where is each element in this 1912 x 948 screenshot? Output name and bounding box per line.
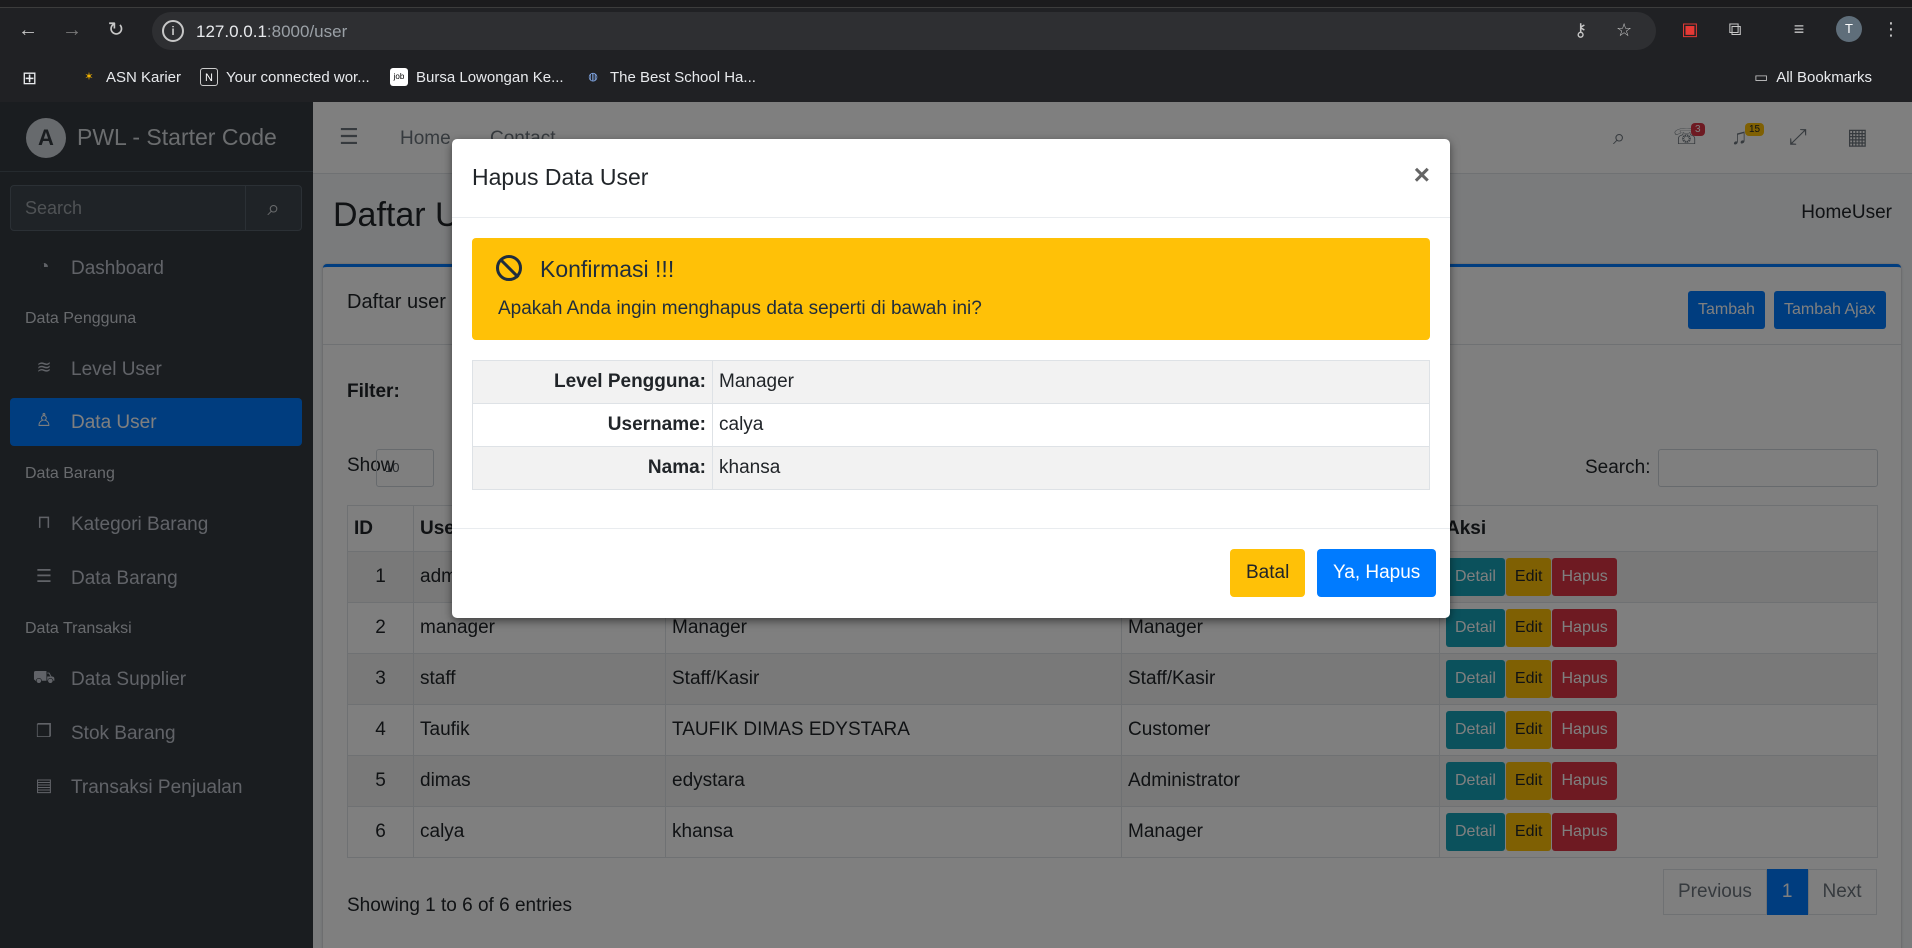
jobs-icon: job: [390, 68, 408, 86]
bookmark-notion[interactable]: N Your connected wor...: [200, 68, 370, 86]
folder-icon: ▭: [1754, 69, 1769, 86]
globe-icon: ◍: [588, 71, 598, 83]
field-label: Level Pengguna:: [472, 360, 713, 404]
field-label: Username:: [472, 403, 713, 447]
notion-icon: N: [200, 68, 218, 86]
menu-kebab-icon[interactable]: ⋮: [1876, 14, 1906, 44]
table-row: Level Pengguna: Manager: [472, 360, 1430, 404]
field-value: calya: [712, 403, 1430, 447]
modal-header: Hapus Data User ×: [452, 139, 1450, 218]
url-text[interactable]: 127.0.0.1:8000/user: [196, 22, 347, 42]
address-bar[interactable]: i 127.0.0.1:8000/user ⚷ ☆: [152, 12, 1656, 50]
batal-button[interactable]: Batal: [1230, 549, 1306, 597]
field-label: Nama:: [472, 446, 713, 490]
reload-icon[interactable]: ↻: [100, 14, 132, 46]
table-row: Nama: khansa: [472, 446, 1430, 490]
bookmark-school[interactable]: ◍ The Best School Ha...: [584, 68, 756, 86]
password-key-icon[interactable]: ⚷: [1574, 20, 1587, 41]
modal-title: Hapus Data User: [472, 164, 649, 190]
ya-hapus-button[interactable]: Ya, Hapus: [1317, 549, 1437, 597]
bookmarks-bar: ⊞ ✶ ASN Karier N Your connected wor... j…: [0, 58, 1912, 102]
table-row: Username: calya: [472, 403, 1430, 447]
delete-user-modal: Hapus Data User × Konfirmasi !!! Apakah …: [452, 139, 1450, 618]
warning-alert: Konfirmasi !!! Apakah Anda ingin menghap…: [472, 238, 1430, 340]
bookmark-star-icon[interactable]: ☆: [1616, 20, 1632, 41]
site-info-icon[interactable]: i: [162, 20, 184, 42]
tab-strip: [0, 0, 1912, 8]
extensions-puzzle-icon[interactable]: ⧉: [1720, 14, 1750, 44]
media-queue-icon[interactable]: ≡: [1784, 14, 1814, 44]
confirm-detail-table: Level Pengguna: Manager Username: calya …: [472, 360, 1430, 490]
asn-icon: ✶: [84, 71, 94, 83]
field-value: khansa: [712, 446, 1430, 490]
field-value: Manager: [712, 360, 1430, 404]
profile-avatar[interactable]: T: [1836, 16, 1862, 42]
bookmark-asn[interactable]: ✶ ASN Karier: [80, 68, 181, 86]
all-bookmarks[interactable]: ▭ All Bookmarks: [1754, 68, 1872, 87]
modal-footer: Batal Ya, Hapus: [452, 528, 1450, 618]
close-icon[interactable]: ×: [1414, 159, 1430, 191]
apps-grid-icon[interactable]: ⊞: [22, 68, 37, 89]
alert-text: Apakah Anda ingin menghapus data seperti…: [498, 298, 982, 319]
forward-icon[interactable]: →: [56, 14, 88, 46]
ban-icon: [496, 255, 522, 281]
browser-chrome: ← → ↻ i 127.0.0.1:8000/user ⚷ ☆ ▣ ⧉ ≡ T …: [0, 0, 1912, 102]
back-icon[interactable]: ←: [12, 14, 44, 46]
alert-heading: Konfirmasi !!!: [540, 256, 675, 282]
bookmark-bursa[interactable]: job Bursa Lowongan Ke...: [390, 68, 564, 86]
extension-red-icon[interactable]: ▣: [1675, 14, 1705, 44]
